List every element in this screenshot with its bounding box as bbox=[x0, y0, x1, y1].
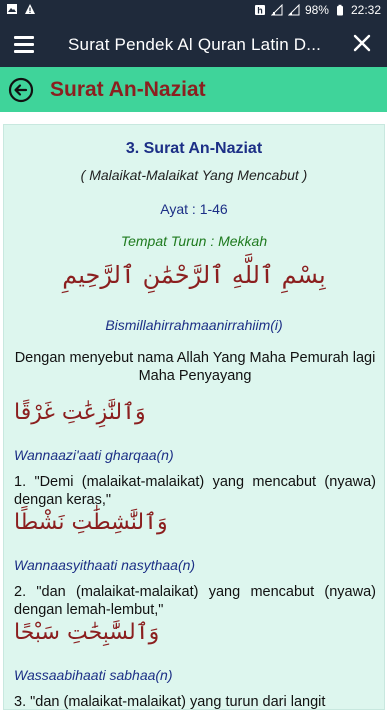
close-icon[interactable] bbox=[351, 32, 373, 54]
clock: 22:32 bbox=[350, 3, 381, 17]
surah-content[interactable]: 3. Surat An-Naziat ( Malaikat-Malaikat Y… bbox=[3, 124, 385, 710]
app-bar: Surat Pendek Al Quran Latin D... bbox=[0, 22, 387, 67]
status-right: h 98% 22:32 bbox=[254, 3, 381, 17]
svg-text:h: h bbox=[257, 6, 263, 16]
menu-icon-line bbox=[14, 50, 34, 53]
verse-latin: Wassaabihaati sabhaa(n) bbox=[14, 667, 173, 683]
surah-meaning: ( Malaikat-Malaikat Yang Mencabut ) bbox=[80, 167, 308, 183]
data-saver-icon: h bbox=[254, 5, 265, 16]
battery-icon bbox=[336, 4, 343, 16]
revelation-place: Tempat Turun : Mekkah bbox=[120, 233, 268, 249]
surah-title: 3. Surat An-Naziat bbox=[125, 140, 263, 157]
verse-latin: Wannaasyithaati nasythaa(n) bbox=[14, 557, 196, 573]
warning-icon bbox=[25, 4, 35, 14]
page-title: Surat An-Naziat bbox=[50, 78, 206, 101]
menu-icon-line bbox=[14, 43, 34, 46]
battery-percent: 98% bbox=[304, 3, 329, 17]
basmala-arabic: بِسْمِ ٱللَّهِ ٱلرَّحْمَٰنِ ٱلرَّحِيمِ bbox=[62, 261, 326, 289]
surah-header: Surat An-Naziat bbox=[0, 67, 387, 112]
verse-translation: 3. "dan (malaikat-malaikat) yang turun d… bbox=[14, 694, 326, 710]
verse-translation: 1. "Demi (malaikat-malaikat) yang mencab… bbox=[14, 474, 376, 508]
basmala-translation: Dengan menyebut nama Allah Yang Maha Pem… bbox=[14, 350, 376, 384]
signal-2-icon bbox=[287, 4, 300, 16]
basmala-latin: Bismillahirrahmaanirrahiim(i) bbox=[105, 317, 283, 333]
verse-arabic: وَٱلسَّٰبِحَٰتِ سَبْحًا bbox=[14, 620, 160, 645]
verse-arabic: وَٱلنَّٰشِطَٰتِ نَشْطًا bbox=[14, 510, 168, 535]
verse-arabic: وَٱلنَّٰزِعَٰتِ غَرْقًا bbox=[14, 400, 146, 425]
back-arrow-icon[interactable] bbox=[8, 77, 34, 103]
status-bar: h 98% 22:32 bbox=[0, 0, 387, 22]
app-title: Surat Pendek Al Quran Latin D... bbox=[68, 35, 322, 54]
verse-latin: Wannaazi'aati gharqaa(n) bbox=[14, 447, 174, 463]
image-notification-icon bbox=[7, 4, 17, 14]
ayat-range: Ayat : 1-46 bbox=[160, 201, 228, 217]
menu-icon bbox=[14, 36, 34, 39]
signal-1-icon bbox=[270, 4, 283, 16]
menu-button[interactable] bbox=[14, 34, 36, 54]
verse-translation: 2. "dan (malaikat-malaikat) yang mencabu… bbox=[14, 584, 376, 618]
status-left bbox=[6, 3, 36, 15]
